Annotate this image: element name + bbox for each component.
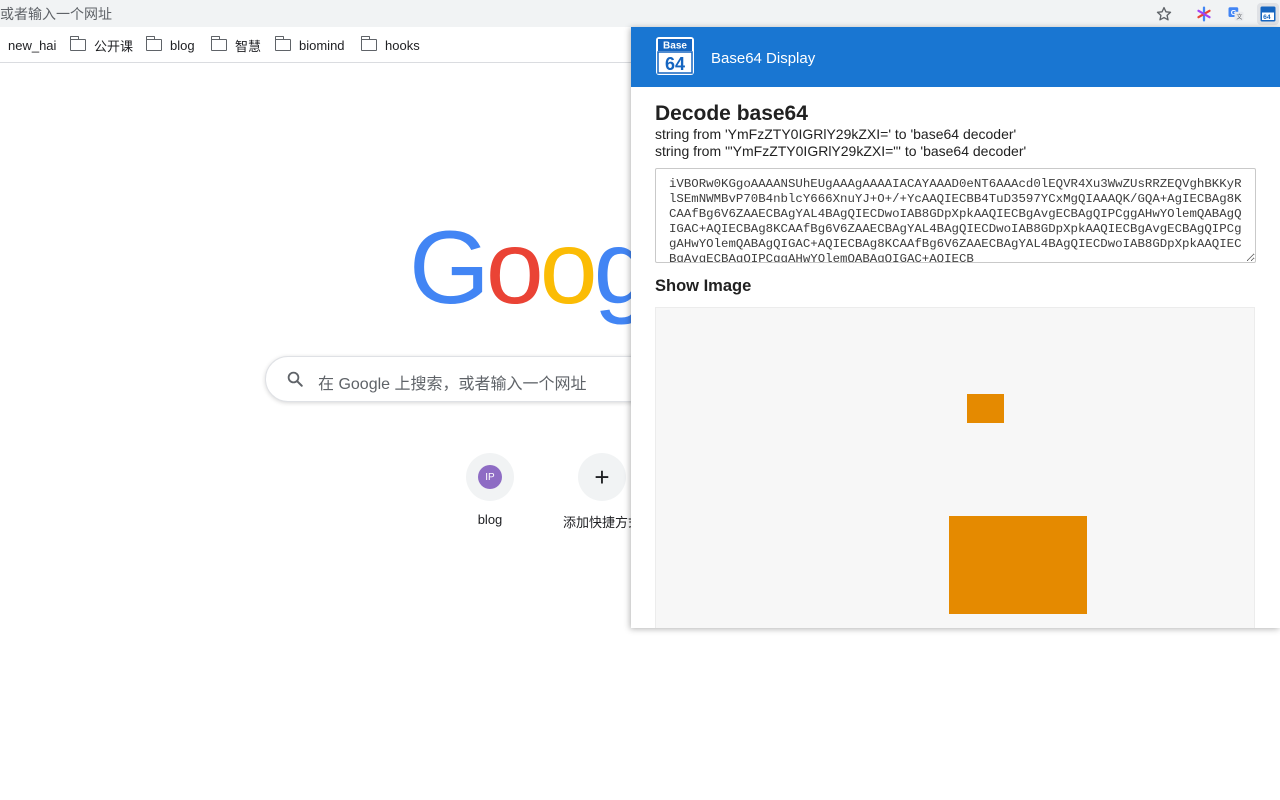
address-text[interactable]: 或者输入一个网址 (0, 4, 112, 24)
bookmark-label: hooks (385, 38, 420, 53)
bookmark-folder-blog[interactable]: blog (146, 36, 195, 54)
logo-letter: o (540, 210, 594, 326)
base64-textarea[interactable]: iVBORw0KGgoAAAANSUhEUgAAAgAAAAIACAYAAAD0… (655, 168, 1256, 263)
base64-extension-icon[interactable]: 64 (1257, 3, 1279, 25)
decoded-image-small-square (967, 394, 1004, 423)
svg-text:64: 64 (665, 54, 685, 74)
shortcut-favicon: IP (478, 465, 502, 489)
folder-icon (361, 39, 377, 51)
base64-display-popup: Base 64 Base64 Display Decode base64 str… (631, 27, 1280, 628)
bookmark-folder-hooks[interactable]: hooks (361, 36, 420, 54)
svg-text:64: 64 (1263, 14, 1271, 21)
description-line-1: string from 'YmFzZTY0IGRlY29kZXI=' to 'b… (655, 126, 1256, 143)
search-icon (286, 370, 304, 388)
show-image-heading: Show Image (655, 277, 1256, 296)
bookmark-label: blog (170, 38, 195, 53)
bookmark-label: new_hai (8, 38, 56, 53)
translate-extension-icon[interactable]: G 文 (1225, 3, 1247, 25)
shortcut-label: blog (435, 512, 545, 527)
folder-icon (211, 39, 227, 51)
bookmark-folder-gongkaike[interactable]: 公开课 (70, 36, 133, 54)
folder-icon (275, 39, 291, 51)
plus-icon: + (594, 464, 609, 490)
shortcut-tile[interactable]: + (578, 453, 626, 501)
base64-logo-icon: Base 64 (656, 37, 694, 75)
description-line-2: string from '"YmFzZTY0IGRlY29kZXI="' to … (655, 143, 1256, 160)
bookmark-folder-zhihui[interactable]: 智慧 (211, 36, 261, 54)
popup-title: Base64 Display (711, 50, 815, 67)
bookmark-label: biomind (299, 38, 345, 53)
bookmark-star-icon[interactable] (1153, 3, 1175, 25)
decoded-image-large-square (949, 516, 1087, 614)
search-placeholder[interactable]: 在 Google 上搜索，或者输入一个网址 (318, 370, 587, 394)
decode-heading: Decode base64 (655, 102, 1256, 126)
logo-letter: o (486, 210, 540, 326)
shortcut-blog[interactable]: IP blog (435, 453, 545, 527)
svg-text:Base: Base (663, 41, 687, 52)
decoded-image-preview (655, 307, 1255, 628)
address-bar[interactable]: 或者输入一个网址 G 文 64 (0, 0, 1280, 27)
bookmark-label: 公开课 (94, 36, 133, 55)
popup-header: Base 64 Base64 Display (631, 27, 1280, 87)
logo-letter: G (409, 210, 486, 326)
svg-text:文: 文 (1236, 13, 1242, 21)
folder-icon (70, 39, 86, 51)
shortcut-tile[interactable]: IP (466, 453, 514, 501)
colorful-extension-icon[interactable] (1193, 3, 1215, 25)
bookmark-new-hai[interactable]: new_hai (8, 36, 56, 54)
bookmark-folder-biomind[interactable]: biomind (275, 36, 345, 54)
bookmark-label: 智慧 (235, 36, 261, 55)
folder-icon (146, 39, 162, 51)
